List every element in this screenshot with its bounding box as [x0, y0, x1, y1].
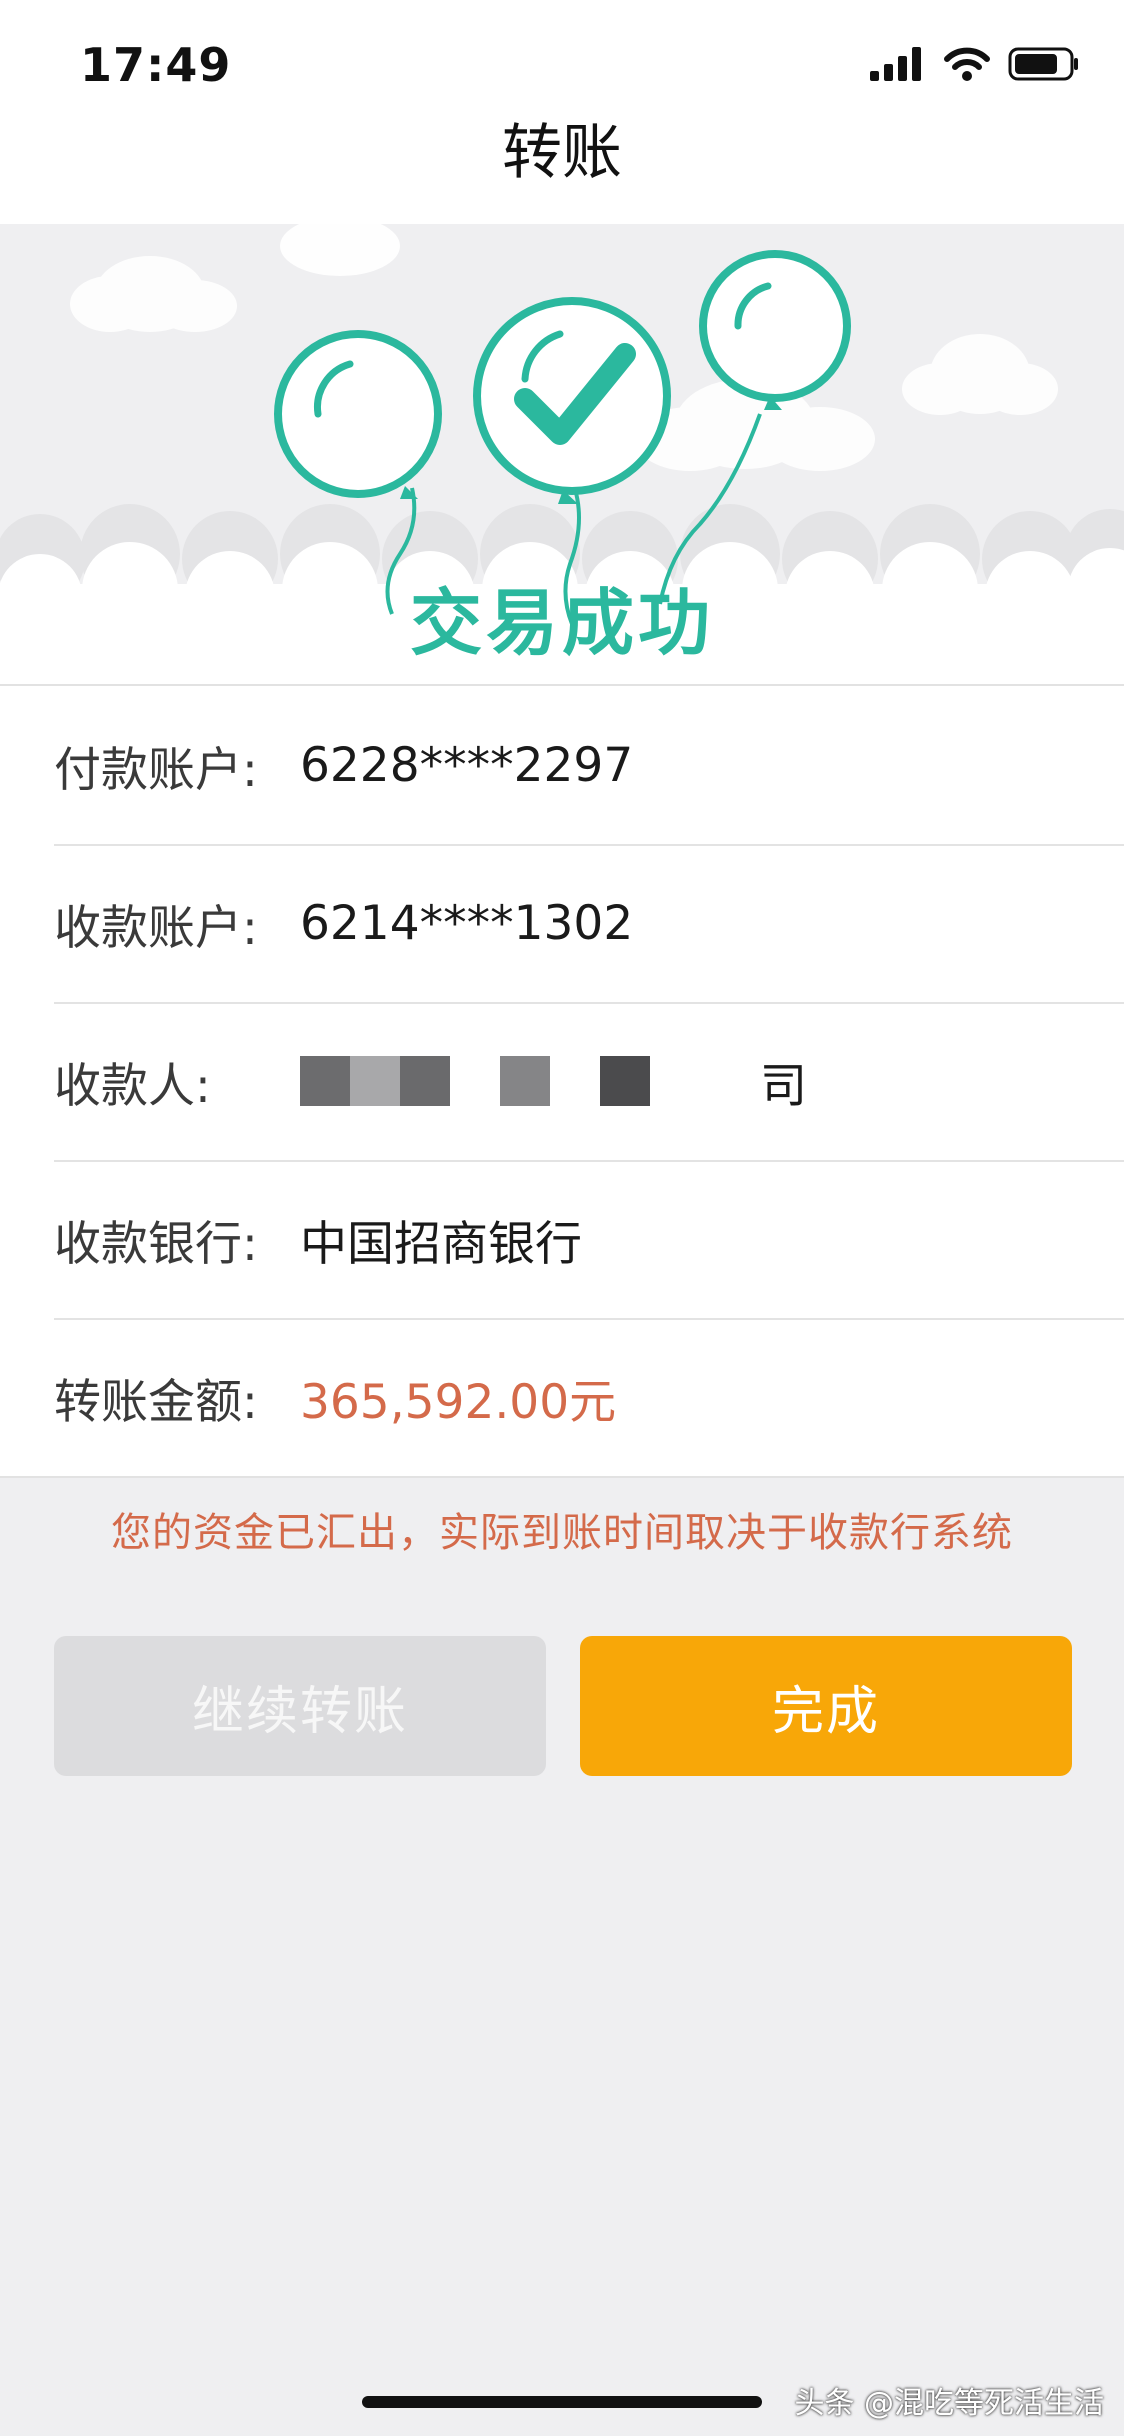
- detail-row-payer-account: 付款账户: 6228****2297: [54, 686, 1124, 846]
- status-icons: [870, 46, 1080, 82]
- page-title: 转账: [502, 118, 622, 188]
- payee-name-label: 收款人:: [54, 1058, 211, 1114]
- status-time: 17:49: [80, 38, 232, 92]
- amount-label: 转账金额:: [54, 1374, 258, 1430]
- transfer-details-card: 付款账户: 6228****2297 收款账户: 6214****1302 收款…: [0, 684, 1124, 1478]
- home-indicator[interactable]: [362, 2396, 762, 2408]
- payee-bank-label: 收款银行:: [54, 1216, 258, 1272]
- payee-account-label: 收款账户:: [54, 900, 258, 956]
- navigation-bar: 转账: [0, 100, 1124, 224]
- transfer-notice: 您的资金已汇出，实际到账时间取决于收款行系统: [111, 1510, 1013, 1556]
- payee-name-redacted: 司: [300, 1047, 807, 1116]
- detail-row-payee-name: 收款人: 司: [54, 1002, 1124, 1162]
- continue-transfer-button[interactable]: 继续转账: [54, 1636, 546, 1776]
- success-text: 交易成功: [409, 581, 714, 665]
- detail-row-amount: 转账金额: 365,592.00元: [54, 1318, 1124, 1476]
- payer-account-label: 付款账户:: [54, 742, 258, 798]
- success-banner: 交易成功: [0, 224, 1124, 684]
- payee-account-value: 6214****1302: [300, 895, 634, 951]
- done-button[interactable]: 完成: [580, 1636, 1072, 1776]
- payee-bank-value: 中国招商银行: [300, 1216, 582, 1272]
- detail-row-payee-bank: 收款银行: 中国招商银行: [54, 1160, 1124, 1320]
- detail-row-payee-account: 收款账户: 6214****1302: [54, 844, 1124, 1004]
- battery-icon: [1008, 47, 1078, 81]
- payee-name-trailing: 司: [760, 1058, 807, 1114]
- amount-value: 365,592.00元: [300, 1374, 617, 1430]
- watermark: 头条 @混吃等死活生活: [794, 2386, 1104, 2421]
- cellular-signal-icon: [870, 47, 921, 81]
- wifi-icon: [944, 47, 990, 81]
- payer-account-value: 6228****2297: [300, 737, 634, 793]
